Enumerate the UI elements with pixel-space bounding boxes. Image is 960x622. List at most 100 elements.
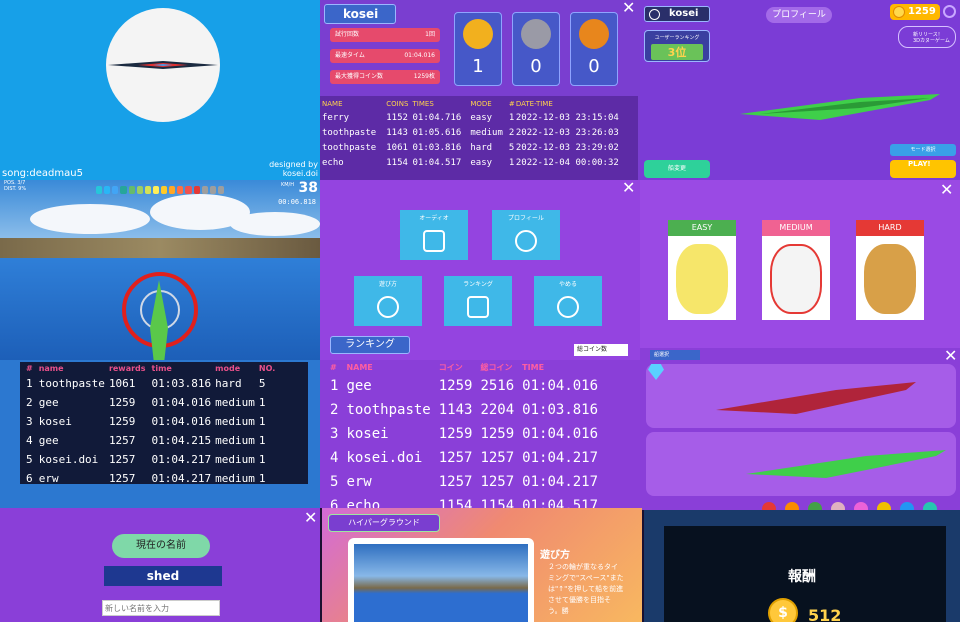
close-icon[interactable]: ✕: [944, 348, 957, 364]
cell: 2: [26, 396, 33, 409]
stat-label: 最大獲得コイン数: [335, 73, 384, 80]
boat-slot-red[interactable]: [646, 364, 956, 428]
cell: 1257: [438, 450, 473, 466]
table-row: 4 gee 1257 01:04.215 medium 1: [26, 431, 281, 450]
col-header: TIMES: [412, 100, 434, 108]
col-header: NAME: [346, 362, 373, 372]
close-icon[interactable]: ✕: [940, 182, 953, 198]
records-table: NAME COINS TIMES MODE # DATE-TIME ferry 1…: [322, 98, 638, 170]
new-name-input[interactable]: [102, 600, 220, 616]
close-icon[interactable]: ✕: [622, 0, 635, 16]
cell: 01:03.816: [151, 377, 212, 390]
profile-button[interactable]: プロフィール: [492, 210, 560, 260]
quit-button[interactable]: やめる: [534, 276, 602, 326]
cell: 01:04.016: [151, 415, 212, 428]
change-boat-button[interactable]: 船変更: [644, 160, 710, 178]
credit-line-1: designed by: [269, 160, 318, 169]
cell: 4: [330, 450, 339, 466]
cell: 1154: [480, 498, 515, 508]
power-bar-segment: [128, 186, 135, 194]
stats-list: 試行回数 1回 最速タイム 01:04.016 最大獲得コイン数 1259枚: [330, 28, 440, 91]
col-header: DATE-TIME: [515, 100, 553, 108]
boat-preview: [740, 94, 940, 120]
user-icon: [649, 9, 660, 20]
medium-card[interactable]: MEDIUM: [762, 220, 830, 320]
distance-row: DIST. 9%: [4, 186, 26, 192]
easy-card[interactable]: EASY: [668, 220, 736, 320]
cell: medium: [215, 472, 255, 485]
card-header: EASY: [668, 220, 736, 236]
cell: toothpaste: [322, 142, 377, 153]
cell: 01:04.016: [522, 378, 599, 394]
gear-icon[interactable]: [943, 5, 956, 18]
user-badge[interactable]: kosei: [644, 6, 710, 22]
table-row: 5 erw 1257 1257 01:04.217: [330, 470, 606, 494]
table-row: 6 echo 1154 1154 01:04.517: [330, 494, 606, 508]
how-to-text: ２つの輪が重なるタイミングで"スペース"または"↑"を押して船を前進させて優勝を…: [548, 563, 624, 615]
power-bar-segment: [144, 186, 151, 194]
mode-select-button[interactable]: モード選択: [890, 144, 956, 156]
profile-tab[interactable]: kosei: [324, 4, 396, 24]
cell: 2: [508, 127, 515, 138]
ranking-tab[interactable]: ランキング: [330, 336, 410, 354]
news-bubble[interactable]: 新リリース！ 3Dカヌーゲーム: [898, 26, 956, 48]
boat-select-tab[interactable]: 船選択: [650, 350, 700, 360]
bronze-medal-card: 0: [570, 12, 618, 86]
table-row: 2 gee 1259 01:04.016 medium 1: [26, 393, 281, 412]
cell: 1061: [386, 142, 408, 153]
color-swatch[interactable]: [785, 502, 799, 510]
cell: hard: [470, 142, 493, 153]
page-title: プロフィール: [766, 7, 832, 23]
table-row: 3 kosei 1259 01:04.016 medium 1: [26, 412, 281, 431]
cell: 1: [258, 453, 266, 466]
close-icon[interactable]: ✕: [622, 180, 635, 196]
color-swatch[interactable]: [877, 502, 891, 510]
cell: kosei.doi: [346, 450, 423, 466]
power-bar-segment: [136, 186, 143, 194]
color-swatch[interactable]: [923, 502, 937, 510]
play-button[interactable]: PLAY!: [890, 160, 956, 178]
table-header: # name rewards time mode NO.: [26, 362, 281, 374]
speed-unit: KM/H: [280, 182, 294, 188]
cell: medium: [215, 415, 255, 428]
ranking-button[interactable]: ランキング: [444, 276, 512, 326]
cell: 01:04.517: [412, 157, 462, 168]
color-swatch[interactable]: [808, 502, 822, 510]
cell: 1257: [108, 472, 136, 485]
chick-icon: [676, 244, 728, 314]
title-screen-panel: song:deadmau5 designed by kosei.doi: [0, 0, 320, 180]
color-swatch[interactable]: [762, 502, 776, 510]
cell: 1: [258, 415, 266, 428]
cell: hard: [215, 377, 242, 390]
cell: 1: [508, 157, 515, 168]
cell: 1257: [480, 450, 515, 466]
boat-slot-green[interactable]: [646, 432, 956, 496]
close-icon[interactable]: ✕: [304, 510, 317, 526]
cell: 01:03.816: [522, 402, 599, 418]
news-line-2: 3Dカヌーゲーム: [913, 38, 950, 44]
stat-label: 最速タイム: [335, 52, 365, 59]
cell: toothpaste: [322, 127, 377, 138]
user-ranking-card[interactable]: ユーザーランキング 3位: [644, 30, 710, 62]
cell: kosei: [346, 426, 389, 442]
audio-button[interactable]: オーディオ: [400, 210, 468, 260]
hard-card[interactable]: HARD: [856, 220, 924, 320]
cell: 01:04.215: [151, 434, 212, 447]
table-row: 2 toothpaste 1143 2204 01:03.816: [330, 398, 606, 422]
cell: 01:03.816: [412, 142, 462, 153]
color-swatch[interactable]: [854, 502, 868, 510]
stat-row: 最速タイム 01:04.016: [330, 49, 440, 63]
stat-value: 01:04.016: [404, 52, 435, 59]
stat-value: 1回: [425, 31, 435, 38]
color-swatch[interactable]: [900, 502, 914, 510]
sort-select[interactable]: 総コイン数: [574, 344, 628, 356]
color-swatch[interactable]: [831, 502, 845, 510]
reward-value: 512: [808, 606, 842, 622]
cell: 01:04.217: [151, 453, 212, 466]
how-to-play-button[interactable]: 遊び方: [354, 276, 422, 326]
medal-count: 0: [588, 56, 600, 77]
table-row: 1 gee 1259 2516 01:04.016: [330, 374, 606, 398]
x-circle-icon: [557, 296, 579, 318]
cell: 5: [330, 474, 339, 490]
cell: toothpaste: [346, 402, 431, 418]
